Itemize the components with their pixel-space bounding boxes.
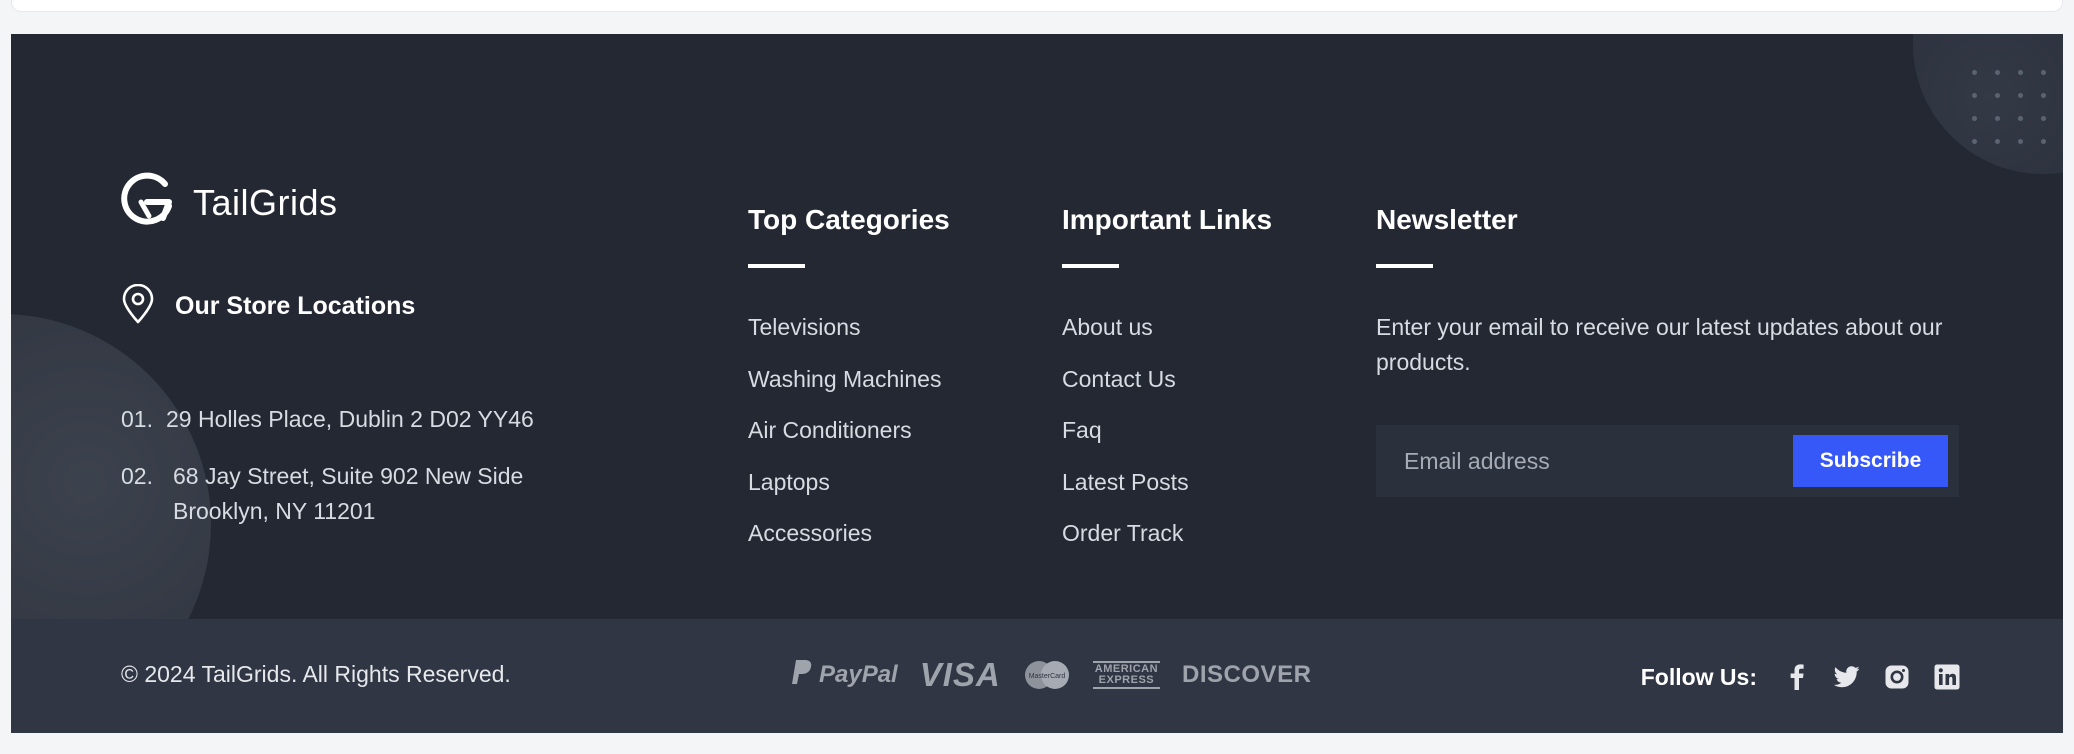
title-underline xyxy=(1376,264,1433,268)
address-line: Brooklyn, NY 11201 xyxy=(173,498,376,524)
store-locations-title: Our Store Locations xyxy=(175,292,416,320)
mastercard-text: MasterCard xyxy=(1028,673,1065,680)
paypal-icon xyxy=(791,659,813,692)
category-link[interactable]: Accessories xyxy=(748,518,950,570)
title-underline xyxy=(1062,264,1119,268)
follow-us: Follow Us: xyxy=(1641,649,1961,705)
discover-logo: DISCOVER xyxy=(1182,661,1312,688)
payment-methods: PayPal VISA MasterCard AMERICAN EXPRESS … xyxy=(791,647,1311,703)
store-locations-heading: Our Store Locations xyxy=(121,283,416,329)
important-links-list: About us Contact Us Faq Latest Posts Ord… xyxy=(1062,312,1272,570)
address-number: 02. xyxy=(121,463,153,489)
map-pin-icon xyxy=(121,283,155,329)
twitter-icon[interactable] xyxy=(1833,663,1861,691)
visa-logo: VISA xyxy=(919,656,1001,693)
footer-main: TailGrids Our Store Locations 01. 29 Holl… xyxy=(11,34,2063,619)
copyright-text: © 2024 TailGrids. All Rights Reserved. xyxy=(121,661,511,687)
important-link[interactable]: Latest Posts xyxy=(1062,467,1272,519)
instagram-icon[interactable] xyxy=(1883,663,1911,691)
subscribe-button[interactable]: Subscribe xyxy=(1793,435,1948,487)
footer-bottom-bar: © 2024 TailGrids. All Rights Reserved. P… xyxy=(11,619,2063,733)
important-link[interactable]: Faq xyxy=(1062,415,1272,467)
important-links-title: Important Links xyxy=(1062,204,1273,235)
newsletter-title: Newsletter xyxy=(1376,204,1518,235)
top-categories-column: Top Categories Televisions Washing Machi… xyxy=(748,204,950,570)
brand-logo[interactable]: TailGrids xyxy=(119,172,338,233)
tailgrids-logo-icon xyxy=(119,172,175,233)
mastercard-logo: MasterCard xyxy=(1023,660,1071,690)
email-input[interactable] xyxy=(1376,425,1776,497)
facebook-icon[interactable] xyxy=(1783,663,1811,691)
top-categories-list: Televisions Washing Machines Air Conditi… xyxy=(748,312,950,570)
category-link[interactable]: Laptops xyxy=(748,467,950,519)
category-link[interactable]: Televisions xyxy=(748,312,950,364)
amex-line2: EXPRESS xyxy=(1098,674,1155,686)
brand-name: TailGrids xyxy=(193,181,338,223)
important-links-column: Important Links About us Contact Us Faq … xyxy=(1062,204,1272,570)
title-underline xyxy=(748,264,805,268)
site-footer: TailGrids Our Store Locations 01. 29 Holl… xyxy=(11,34,2063,733)
paypal-logo: PayPal xyxy=(791,659,898,692)
paypal-text: PayPal xyxy=(819,661,898,688)
address-line: 68 Jay Street, Suite 902 New Side xyxy=(173,463,524,489)
newsletter-column: Newsletter Enter your email to receive o… xyxy=(1376,204,1966,497)
top-categories-title: Top Categories xyxy=(748,204,950,235)
linkedin-icon[interactable] xyxy=(1933,663,1961,691)
amex-logo: AMERICAN EXPRESS xyxy=(1092,661,1161,689)
important-link[interactable]: Contact Us xyxy=(1062,364,1272,416)
follow-us-label: Follow Us: xyxy=(1640,663,1757,690)
store-address-1: 01. 29 Holles Place, Dublin 2 D02 YY46 xyxy=(121,402,534,437)
important-link[interactable]: Order Track xyxy=(1062,518,1272,570)
address-line: 29 Holles Place, Dublin 2 D02 YY46 xyxy=(166,406,534,432)
newsletter-description: Enter your email to receive our latest u… xyxy=(1376,314,1943,375)
address-number: 01. xyxy=(121,406,153,432)
category-link[interactable]: Washing Machines xyxy=(748,364,950,416)
important-link[interactable]: About us xyxy=(1062,312,1272,364)
category-link[interactable]: Air Conditioners xyxy=(748,415,950,467)
store-address-2: 02. 68 Jay Street, Suite 902 New Side Broo… xyxy=(121,459,523,529)
top-card-edge xyxy=(11,0,2063,12)
newsletter-form: Subscribe xyxy=(1376,425,1959,497)
